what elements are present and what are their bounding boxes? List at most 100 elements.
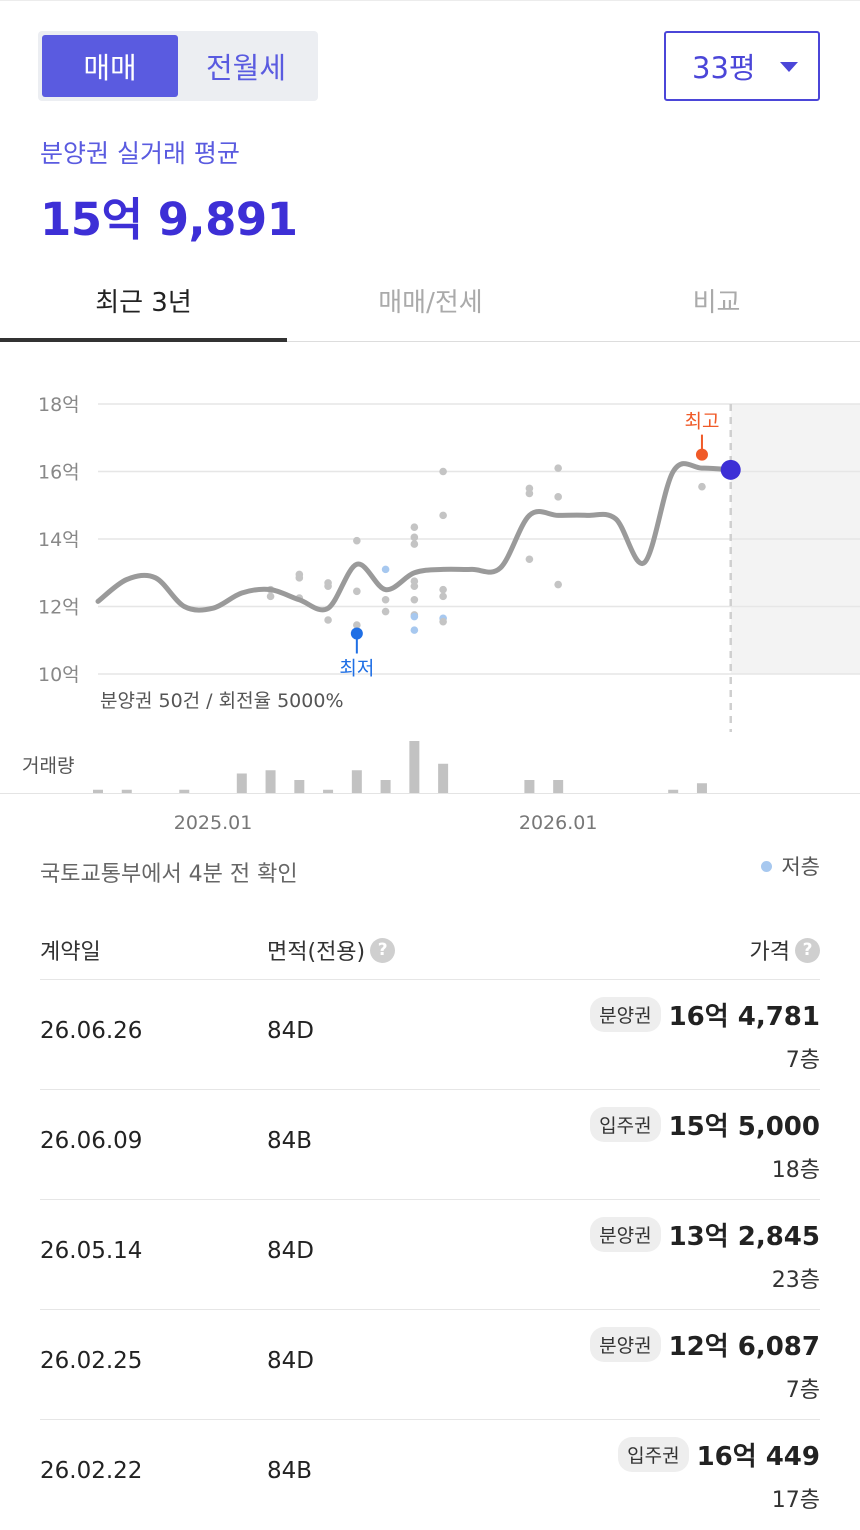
size-select-value: 33평	[692, 51, 756, 85]
trade-point	[295, 574, 304, 582]
row-price: 15억 5,000	[668, 1112, 820, 1142]
sale-toggle-button[interactable]: 매매	[42, 35, 178, 97]
row-price-line: 분양권 16억 4,781	[590, 996, 820, 1033]
row-area: 84D	[267, 1348, 314, 1374]
row-area: 84D	[267, 1238, 314, 1264]
tab-compare[interactable]: 비교	[573, 258, 860, 342]
volume-bar	[236, 773, 247, 793]
tab-sale-jeonse[interactable]: 매매/전세	[287, 258, 574, 342]
volume-bar	[294, 780, 305, 793]
row-type-badge: 입주권	[590, 1107, 661, 1142]
transaction-list: 26.06.26 84D 분양권 16억 4,781 7층 26.06.09 84B 입주권 1…	[40, 980, 820, 1530]
caret-down-icon	[780, 62, 798, 72]
table-row[interactable]: 26.02.22 84B 입주권 16억 449 17층	[40, 1420, 820, 1530]
volume-bar	[696, 783, 707, 793]
row-price-line: 입주권 16억 449	[618, 1436, 820, 1473]
row-date: 26.02.22	[40, 1458, 143, 1484]
row-floor: 7층	[785, 1378, 820, 1403]
header-price-label: 가격	[749, 940, 790, 965]
table-header: 계약일 면적(전용) ? 가격 ?	[40, 918, 820, 980]
trade-point	[410, 523, 419, 531]
trade-point	[439, 511, 447, 520]
row-floor: 18층	[771, 1158, 820, 1183]
chart-bottom-divider	[0, 793, 860, 794]
row-date: 26.02.25	[40, 1348, 143, 1374]
top-divider	[0, 0, 860, 1]
period-tabs: 최근 3년 매매/전세 비교	[0, 258, 860, 342]
volume-bar	[438, 763, 449, 793]
header-date: 계약일	[40, 940, 101, 965]
trade-point	[525, 489, 534, 498]
volume-bar	[409, 741, 420, 793]
y-tick-label: 18억	[38, 394, 80, 416]
table-row[interactable]: 26.06.09 84B 입주권 15억 5,000 18층	[40, 1090, 820, 1200]
question-icon[interactable]: ?	[795, 937, 820, 963]
row-price: 13억 2,845	[668, 1222, 820, 1252]
rent-toggle-button[interactable]: 전월세	[178, 35, 314, 97]
y-tick-label: 14억	[38, 529, 80, 551]
table-row[interactable]: 26.05.14 84D 분양권 13억 2,845 23층	[40, 1200, 820, 1310]
row-floor: 17층	[771, 1488, 820, 1513]
x-tick-label: 2026.01	[519, 812, 598, 834]
trade-point	[381, 595, 390, 604]
trade-point	[266, 592, 275, 601]
low-floor-dot-icon	[761, 860, 773, 872]
trade-point	[554, 464, 562, 472]
min-marker[interactable]	[350, 627, 363, 640]
max-marker[interactable]	[695, 448, 708, 461]
source-note: 국토교통부에서 4분 전 확인	[40, 862, 298, 887]
low-floor-legend-label: 저층	[781, 855, 820, 879]
row-area: 84D	[267, 1018, 314, 1044]
volume-bar	[524, 780, 535, 793]
trade-point	[439, 467, 447, 476]
volume-bar	[351, 770, 362, 793]
trade-point	[410, 582, 419, 591]
volume-bar	[265, 770, 276, 793]
row-area: 84B	[267, 1128, 313, 1154]
trade-point	[324, 616, 332, 624]
current-price-dot[interactable]	[720, 459, 741, 480]
row-price: 12억 6,087	[668, 1332, 820, 1362]
question-icon[interactable]: ?	[370, 937, 396, 963]
chart-summary-note: 분양권 50건 / 회전율 5000%	[100, 690, 344, 712]
trade-point	[410, 595, 419, 604]
trade-point	[439, 592, 447, 601]
active-tab-indicator	[0, 338, 287, 342]
max-marker-label: 최고	[684, 411, 719, 433]
row-price: 16억 4,781	[668, 1002, 820, 1032]
trade-point	[353, 536, 361, 545]
row-price-line: 분양권 13억 2,845	[590, 1216, 820, 1253]
average-price-label: 분양권 실거래 평균	[40, 139, 240, 168]
volume-bar	[553, 780, 564, 793]
header-area: 면적(전용) ?	[267, 934, 396, 966]
volume-bar	[380, 780, 391, 793]
size-select[interactable]: 33평	[664, 31, 820, 101]
row-price: 16억 449	[696, 1442, 820, 1472]
trade-point	[410, 533, 419, 542]
trade-point	[439, 617, 447, 626]
y-tick-label: 16억	[38, 462, 80, 484]
y-tick-label: 10억	[38, 664, 80, 686]
table-row[interactable]: 26.06.26 84D 분양권 16억 4,781 7층	[40, 980, 820, 1090]
row-date: 26.05.14	[40, 1238, 143, 1264]
tab-recent-3y[interactable]: 최근 3년	[0, 258, 287, 342]
x-tick-label: 2025.01	[174, 812, 253, 834]
y-tick-label: 12억	[38, 597, 80, 619]
volume-label: 거래량	[22, 755, 74, 777]
trade-point	[381, 607, 390, 616]
row-type-badge: 분양권	[590, 1217, 661, 1252]
trade-point	[554, 493, 562, 501]
row-floor: 23층	[771, 1268, 820, 1293]
header-area-label: 면적(전용)	[267, 940, 366, 965]
trade-point	[410, 540, 419, 548]
trade-point	[525, 555, 534, 564]
row-date: 26.06.09	[40, 1128, 143, 1154]
low-floor-point	[410, 626, 419, 634]
low-floor-point	[381, 565, 390, 574]
row-type-badge: 분양권	[590, 997, 661, 1032]
price-chart[interactable]: 18억 16억 14억 12억 10억 최고최저분양권 50건 / 회전율 5000% 거래…	[0, 370, 860, 840]
row-type-badge: 분양권	[590, 1327, 661, 1362]
header-price: 가격 ?	[750, 934, 820, 966]
table-row[interactable]: 26.02.25 84D 분양권 12억 6,087 7층	[40, 1310, 820, 1420]
row-price-line: 분양권 12억 6,087	[590, 1326, 820, 1363]
